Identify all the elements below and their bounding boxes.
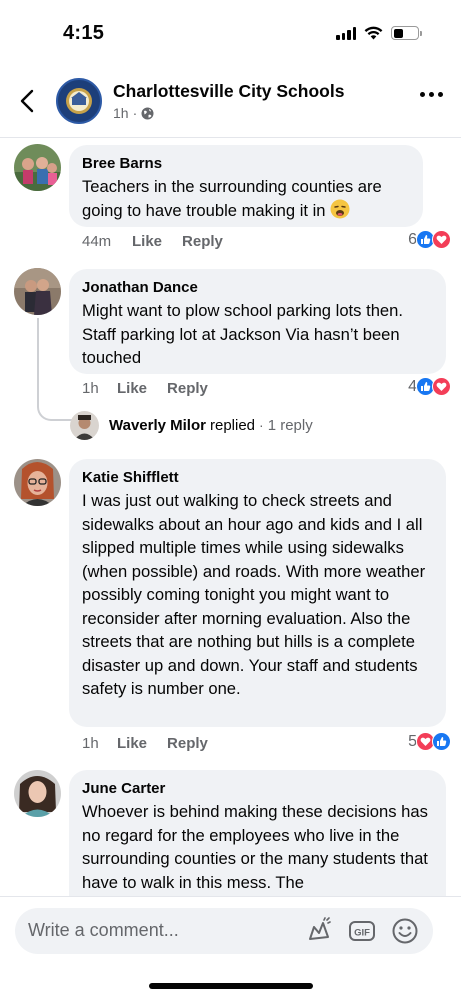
reaction-summary[interactable]: 5: [408, 732, 451, 751]
sticker-icon[interactable]: [305, 917, 333, 945]
battery-icon: [391, 26, 422, 40]
like-button[interactable]: Like: [117, 380, 147, 397]
chevron-left-icon: [20, 89, 34, 113]
reply-avatar: [70, 410, 99, 440]
meta-separator: ·: [132, 105, 138, 121]
status-icons: [336, 26, 422, 40]
reply-count: 1 reply: [267, 416, 313, 434]
avatar[interactable]: [14, 144, 61, 191]
reply-button[interactable]: Reply: [167, 380, 208, 397]
comment-actions: 1h Like Reply: [82, 380, 208, 397]
svg-text:GIF: GIF: [354, 928, 370, 939]
weary-face-emoji-icon: [330, 199, 350, 218]
reply-verb: replied: [209, 416, 256, 434]
comment-text: I was just out walking to check streets …: [82, 491, 426, 698]
reply-button[interactable]: Reply: [167, 735, 208, 752]
wifi-icon: [364, 26, 383, 40]
like-button[interactable]: Like: [132, 233, 162, 250]
like-reaction-icon: [432, 732, 451, 751]
reaction-summary[interactable]: 4: [408, 377, 451, 396]
comment-time[interactable]: 44m: [82, 233, 132, 250]
reply-button[interactable]: Reply: [182, 233, 223, 250]
back-button[interactable]: [16, 88, 38, 114]
comment-text: Might want to plow school parking lots t…: [82, 301, 403, 367]
avatar[interactable]: [14, 268, 61, 315]
comment-input[interactable]: Write a comment...: [28, 920, 179, 941]
comment-author[interactable]: Bree Barns: [82, 154, 409, 173]
comment-author[interactable]: Jonathan Dance: [82, 278, 432, 297]
reply-author: Waverly Milor: [109, 416, 206, 434]
page-avatar[interactable]: [56, 78, 102, 124]
globe-icon: [141, 107, 154, 119]
comment-bubble: Katie Shifflett I was just out walking t…: [69, 459, 446, 727]
love-reaction-icon: [432, 230, 451, 249]
comment-actions: 44m Like Reply: [82, 233, 223, 250]
comment-composer-bar: Write a comment... GIF: [0, 896, 461, 1000]
post-meta: 1h ·: [113, 105, 154, 121]
comment-time[interactable]: 1h: [82, 735, 117, 752]
reaction-summary[interactable]: 6: [408, 230, 451, 249]
comment-time[interactable]: 1h: [82, 380, 117, 397]
comment-actions: 1h Like Reply: [82, 735, 208, 752]
comment-bubble: Bree Barns Teachers in the surrounding c…: [69, 145, 423, 227]
gif-icon[interactable]: GIF: [348, 917, 376, 945]
comment-author[interactable]: June Carter: [82, 779, 432, 798]
thread-connector: [37, 318, 73, 421]
comment-text: Teachers in the surrounding counties are…: [82, 177, 382, 220]
avatar[interactable]: [14, 770, 61, 817]
post-header: Charlottesville City Schools 1h ·: [0, 68, 461, 138]
emoji-icon[interactable]: [391, 917, 419, 945]
like-button[interactable]: Like: [117, 735, 147, 752]
cellular-signal-icon: [336, 26, 356, 40]
love-reaction-icon: [432, 377, 451, 396]
more-options-button[interactable]: [420, 92, 443, 97]
avatar[interactable]: [14, 459, 61, 506]
status-time: 4:15: [63, 22, 105, 44]
status-bar: 4:15: [0, 0, 461, 68]
page-name[interactable]: Charlottesville City Schools: [113, 81, 344, 102]
view-replies-row[interactable]: Waverly Milor replied · 1 reply: [70, 409, 313, 441]
home-indicator: [149, 983, 313, 989]
reply-separator: ·: [259, 417, 264, 433]
comment-text: Whoever is behind making these decisions…: [82, 802, 428, 892]
comment-bubble: Jonathan Dance Might want to plow school…: [69, 269, 446, 374]
comment-composer[interactable]: Write a comment... GIF: [15, 908, 433, 954]
post-time[interactable]: 1h: [113, 105, 129, 121]
comment-author[interactable]: Katie Shifflett: [82, 468, 432, 487]
